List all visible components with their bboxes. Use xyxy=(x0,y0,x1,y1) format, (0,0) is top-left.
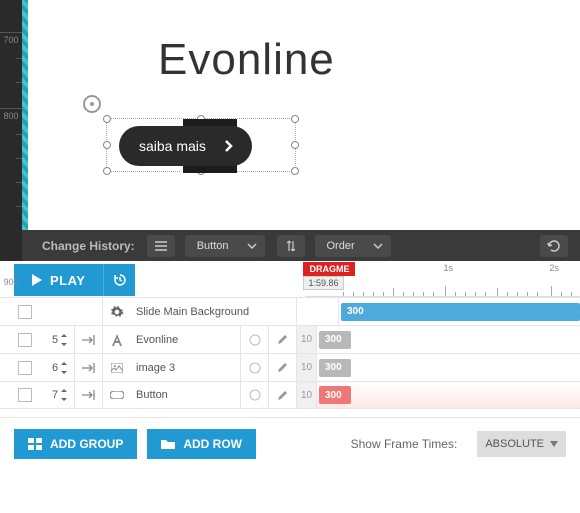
goto-icon[interactable] xyxy=(74,381,102,409)
layer-list: Slide Main Background 300 5 Evonline 103… xyxy=(0,297,580,409)
resize-handle[interactable] xyxy=(103,141,111,149)
layer-name: Evonline xyxy=(130,334,240,346)
drag-handle[interactable]: DRAGME xyxy=(303,262,355,276)
headline-text[interactable]: Evonline xyxy=(158,35,335,85)
cta-label: saiba mais xyxy=(139,138,206,154)
chevron-down-icon xyxy=(550,441,558,447)
image-type-icon xyxy=(102,354,130,382)
layer-row[interactable]: 6 image 3 10300 xyxy=(0,353,580,381)
layer-row-main[interactable]: Slide Main Background 300 xyxy=(0,297,580,325)
resize-handle[interactable] xyxy=(291,167,299,175)
chevron-down-icon xyxy=(373,241,383,251)
frame-times-label: Show Frame Times: xyxy=(351,437,458,451)
change-history-bar: Change History: Button Order xyxy=(22,230,580,261)
order-stepper[interactable]: 6 xyxy=(46,362,74,374)
visibility-icon[interactable] xyxy=(240,381,268,409)
folder-icon xyxy=(161,438,175,449)
ruler-mark: 800 xyxy=(0,111,22,121)
history-icon xyxy=(112,272,128,288)
checkbox[interactable] xyxy=(18,388,32,402)
history-action-label: Order xyxy=(327,240,355,252)
stage[interactable]: Evonline saiba mais xyxy=(28,0,580,230)
layer-name: Button xyxy=(130,389,240,401)
history-action-dropdown[interactable]: Order xyxy=(315,235,391,257)
play-label: PLAY xyxy=(50,273,85,288)
layer-name: Slide Main Background xyxy=(130,306,296,318)
history-menu-icon[interactable] xyxy=(147,235,175,257)
cta-button[interactable]: saiba mais xyxy=(119,126,252,166)
add-group-label: ADD GROUP xyxy=(50,437,123,451)
visibility-icon[interactable] xyxy=(240,354,268,382)
chevron-right-icon xyxy=(224,139,234,153)
edit-icon[interactable] xyxy=(268,354,296,382)
resize-handle[interactable] xyxy=(103,115,111,123)
group-icon xyxy=(28,438,42,450)
timeline-bar[interactable]: 300 xyxy=(319,359,351,377)
edit-icon[interactable] xyxy=(268,326,296,354)
history-item-dropdown[interactable]: Button xyxy=(185,235,265,257)
order-stepper[interactable]: 5 xyxy=(46,334,74,346)
ruler-mark: 700 xyxy=(0,35,22,45)
resize-handle[interactable] xyxy=(103,167,111,175)
add-group-button[interactable]: ADD GROUP xyxy=(14,429,137,459)
timeline-bar[interactable]: 300 xyxy=(319,331,351,349)
layer-row[interactable]: 7 Button 10300 xyxy=(0,381,580,409)
time-mark: 2s xyxy=(549,263,559,273)
ruler-mark: 900 xyxy=(0,277,22,287)
pre-delay[interactable]: 10 xyxy=(297,326,317,353)
play-icon xyxy=(32,274,42,286)
selected-button-element[interactable]: saiba mais xyxy=(106,118,296,172)
timeline-bar[interactable]: 300 xyxy=(341,303,580,321)
resize-handle[interactable] xyxy=(291,115,299,123)
edit-icon[interactable] xyxy=(268,381,296,409)
layer-name: image 3 xyxy=(130,362,240,374)
time-mark: 1s xyxy=(443,263,453,273)
checkbox[interactable] xyxy=(18,305,32,319)
checkbox[interactable] xyxy=(18,333,32,347)
canvas-area[interactable]: 700 800 Evonline saiba mais Change xyxy=(0,0,580,261)
rotate-handle[interactable] xyxy=(83,95,101,113)
layer-row[interactable]: 5 Evonline 10300 xyxy=(0,325,580,353)
timeline-ruler[interactable]: DRAGME 1:59.86 1s 2s xyxy=(305,261,580,297)
add-row-button[interactable]: ADD ROW xyxy=(147,429,256,459)
goto-icon[interactable] xyxy=(74,326,102,354)
frame-mode-dropdown[interactable]: ABSOLUTE xyxy=(477,431,566,457)
add-row-label: ADD ROW xyxy=(183,437,242,451)
goto-icon[interactable] xyxy=(74,354,102,382)
history-item-label: Button xyxy=(197,240,229,252)
frame-mode-value: ABSOLUTE xyxy=(485,438,544,450)
history-button[interactable] xyxy=(103,264,135,296)
history-label: Change History: xyxy=(42,239,135,253)
text-type-icon xyxy=(102,326,130,354)
gear-icon[interactable] xyxy=(102,298,130,326)
order-stepper[interactable]: 7 xyxy=(46,389,74,401)
button-type-icon xyxy=(102,381,130,409)
checkbox[interactable] xyxy=(18,361,32,375)
play-button[interactable]: PLAY xyxy=(14,264,103,296)
undo-icon[interactable] xyxy=(540,235,568,257)
footer-bar: ADD GROUP ADD ROW Show Frame Times: ABSO… xyxy=(0,417,580,469)
pre-delay[interactable]: 10 xyxy=(297,382,317,408)
vertical-ruler: 700 800 xyxy=(0,0,22,261)
pre-delay[interactable]: 10 xyxy=(297,354,317,381)
swap-icon[interactable] xyxy=(277,235,305,257)
timeline-bar[interactable]: 300 xyxy=(319,386,351,404)
visibility-icon[interactable] xyxy=(240,326,268,354)
chevron-down-icon xyxy=(247,241,257,251)
resize-handle[interactable] xyxy=(291,141,299,149)
